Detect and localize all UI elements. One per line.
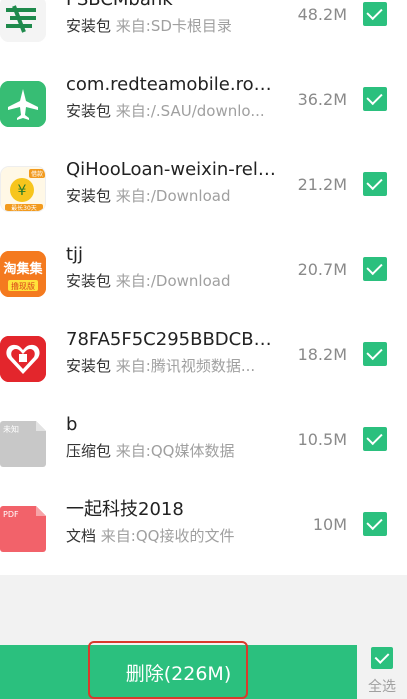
- select-all-checkbox[interactable]: [371, 647, 393, 669]
- file-type: 安装包: [66, 187, 112, 205]
- file-source: 来自:/Download: [115, 187, 231, 205]
- pdf-file-icon: PDF: [0, 506, 46, 552]
- unknown-file-icon: 未知: [0, 421, 46, 467]
- qihoo-loan-icon: ¥ 借款 最长30天: [0, 166, 46, 212]
- qihoo-bottom: 最长30天: [11, 204, 37, 212]
- list-item[interactable]: 78FA5F5C295BBDCBB... 安装包 来自:腾讯视频数据... 18…: [0, 318, 407, 403]
- list-item[interactable]: ¥ 借款 最长30天 QiHooLoan-weixin-rele... 安装包 …: [0, 148, 407, 233]
- delete-button[interactable]: 删除(226M): [0, 645, 357, 699]
- list-item[interactable]: PDF 一起科技2018 文档 来自:QQ接收的文件 10M: [0, 488, 407, 573]
- file-size: 18.2M: [297, 345, 347, 364]
- file-source: 来自:/.SAU/downlo...: [115, 102, 265, 120]
- file-name: com.redteamobile.roa...: [66, 74, 281, 95]
- bottom-bar: 删除(226M) 全选: [0, 641, 407, 699]
- file-type: 压缩包: [66, 442, 112, 460]
- list-item[interactable]: com.redteamobile.roa... 安装包 来自:/.SAU/dow…: [0, 63, 407, 148]
- psbc-bank-icon: [0, 0, 46, 42]
- file-name: PSBCMbank: [66, 0, 281, 13]
- list-item[interactable]: 未知 b 压缩包 来自:QQ媒体数据 10.5M: [0, 403, 407, 488]
- tjj-main-text: 淘集集: [3, 261, 43, 277]
- tjj-app-icon: 淘集集 撸现版: [0, 251, 46, 297]
- qihoo-badge: 借款: [31, 170, 43, 178]
- unknown-label: 未知: [3, 424, 19, 434]
- select-checkbox[interactable]: [363, 427, 387, 451]
- select-checkbox[interactable]: [363, 2, 387, 26]
- file-type: 安装包: [66, 102, 112, 120]
- file-name: QiHooLoan-weixin-rele...: [66, 159, 281, 180]
- file-source: 来自:SD卡根目录: [115, 17, 232, 35]
- file-name: 78FA5F5C295BBDCBB...: [66, 329, 281, 350]
- select-checkbox[interactable]: [363, 512, 387, 536]
- file-size: 36.2M: [297, 90, 347, 109]
- file-source: 来自:腾讯视频数据...: [115, 357, 256, 375]
- file-type: 安装包: [66, 17, 112, 35]
- select-checkbox[interactable]: [363, 87, 387, 111]
- file-size: 10.5M: [297, 430, 347, 449]
- empty-area: [0, 575, 407, 645]
- file-type: 安装包: [66, 272, 112, 290]
- file-name: 一起科技2018: [66, 499, 184, 520]
- select-checkbox[interactable]: [363, 172, 387, 196]
- select-all-label: 全选: [368, 679, 396, 695]
- select-checkbox[interactable]: [363, 257, 387, 281]
- file-source: 来自:QQ接收的文件: [100, 527, 235, 545]
- pinduoduo-app-icon: [0, 336, 46, 382]
- file-source: 来自:QQ媒体数据: [115, 442, 235, 460]
- list-item[interactable]: PSBCMbank 安装包 来自:SD卡根目录 48.2M: [0, 0, 407, 63]
- file-source: 来自:/Download: [115, 272, 231, 290]
- file-size: 48.2M: [297, 5, 347, 24]
- select-all-toggle[interactable]: 全选: [357, 645, 407, 699]
- file-size: 20.7M: [297, 260, 347, 279]
- file-type: 安装包: [66, 357, 112, 375]
- file-name: tjj: [66, 244, 84, 265]
- file-name: b: [66, 414, 78, 435]
- file-size: 10M: [312, 515, 347, 534]
- pdf-label: PDF: [3, 510, 19, 519]
- qihoo-symbol: ¥: [18, 183, 27, 199]
- tjj-sub-text: 撸现版: [11, 281, 35, 291]
- file-type: 文档: [66, 527, 97, 545]
- list-item[interactable]: 淘集集 撸现版 tjj 安装包 来自:/Download 20.7M: [0, 233, 407, 318]
- file-list: PSBCMbank 安装包 来自:SD卡根目录 48.2M com.redtea…: [0, 0, 407, 575]
- select-checkbox[interactable]: [363, 342, 387, 366]
- airplane-app-icon: [0, 81, 46, 127]
- file-size: 21.2M: [297, 175, 347, 194]
